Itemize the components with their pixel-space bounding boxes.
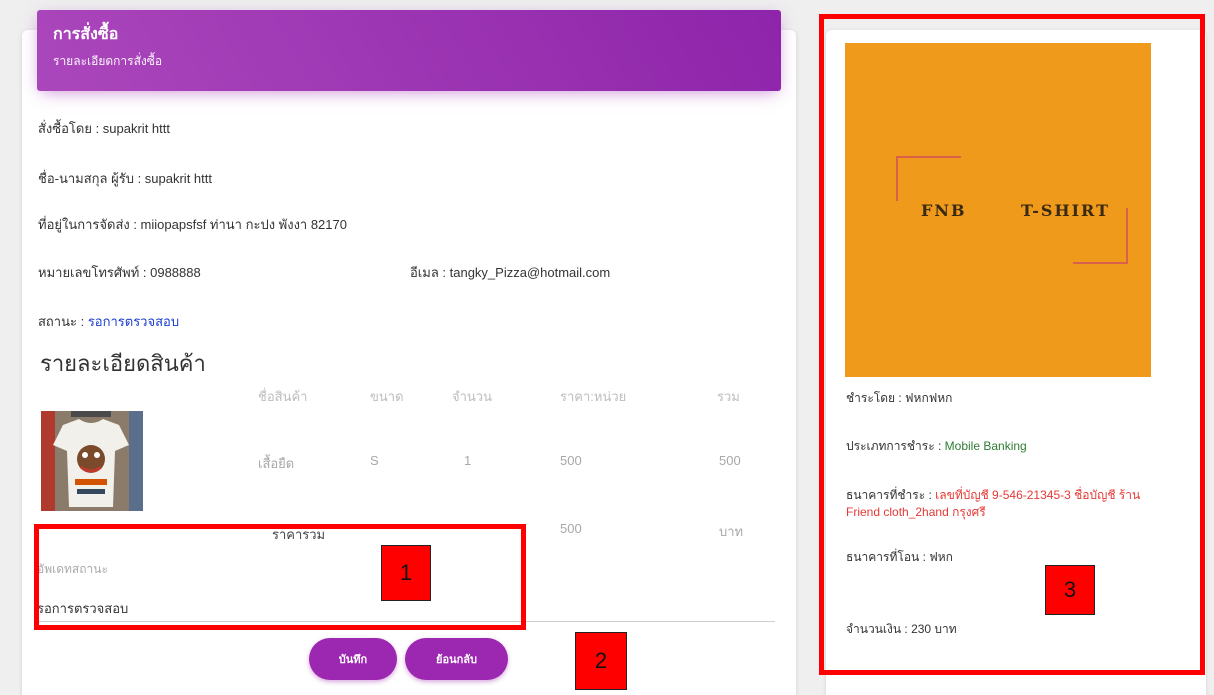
column-header-name: ชื่อสินค้า [258, 389, 308, 404]
annotation-box-3 [819, 14, 1205, 675]
page-subtitle: รายละเอียดการสั่งซื้อ [53, 54, 163, 68]
address-text: ที่อยู่ในการจัดส่ง : miiopapsfsf ท่านา ก… [38, 217, 347, 232]
column-header-qty: จำนวน [452, 389, 492, 404]
tshirt-photo-icon [41, 411, 143, 511]
product-image [41, 411, 143, 511]
annotation-label-3: 3 [1045, 565, 1095, 615]
annotation-label-2: 2 [575, 632, 627, 690]
page-title: การสั่งซื้อ [53, 26, 119, 43]
email-text: อีเมล : tangky_Pizza@hotmail.com [410, 265, 611, 280]
product-qty-cell: 1 [464, 453, 472, 468]
annotation-label-1: 1 [381, 545, 431, 601]
column-header-unit-price: ราคา:หน่วย [560, 389, 627, 404]
ordered-by-text: สั่งซื้อโดย : supakrit httt [38, 121, 170, 136]
product-section-title: รายละเอียดสินค้า [40, 351, 206, 376]
recipient-text: ชื่อ-นามสกุล ผู้รับ : supakrit httt [38, 171, 212, 186]
product-total-cell: 500 [719, 453, 741, 468]
phone-text: หมายเลขโทรศัพท์ : 0988888 [38, 265, 201, 280]
annotation-box-1 [34, 524, 526, 630]
status-label: สถานะ : [38, 314, 88, 329]
grand-total-currency: บาท [719, 524, 744, 539]
product-name-cell: เสื้อยืด [258, 456, 295, 471]
order-card-header: การสั่งซื้อ รายละเอียดการสั่งซื้อ [37, 10, 781, 91]
column-header-total: รวม [717, 389, 740, 404]
status-value: รอการตรวจสอบ [87, 314, 180, 329]
order-status: สถานะ : รอการตรวจสอบ [38, 311, 179, 332]
back-button[interactable]: ย้อนกลับ [405, 638, 508, 680]
product-unit-price-cell: 500 [560, 453, 582, 468]
column-header-size: ขนาด [370, 389, 404, 404]
grand-total-value: 500 [560, 521, 582, 536]
product-size-cell: S [370, 453, 379, 468]
save-button[interactable]: บันทึก [309, 638, 397, 680]
